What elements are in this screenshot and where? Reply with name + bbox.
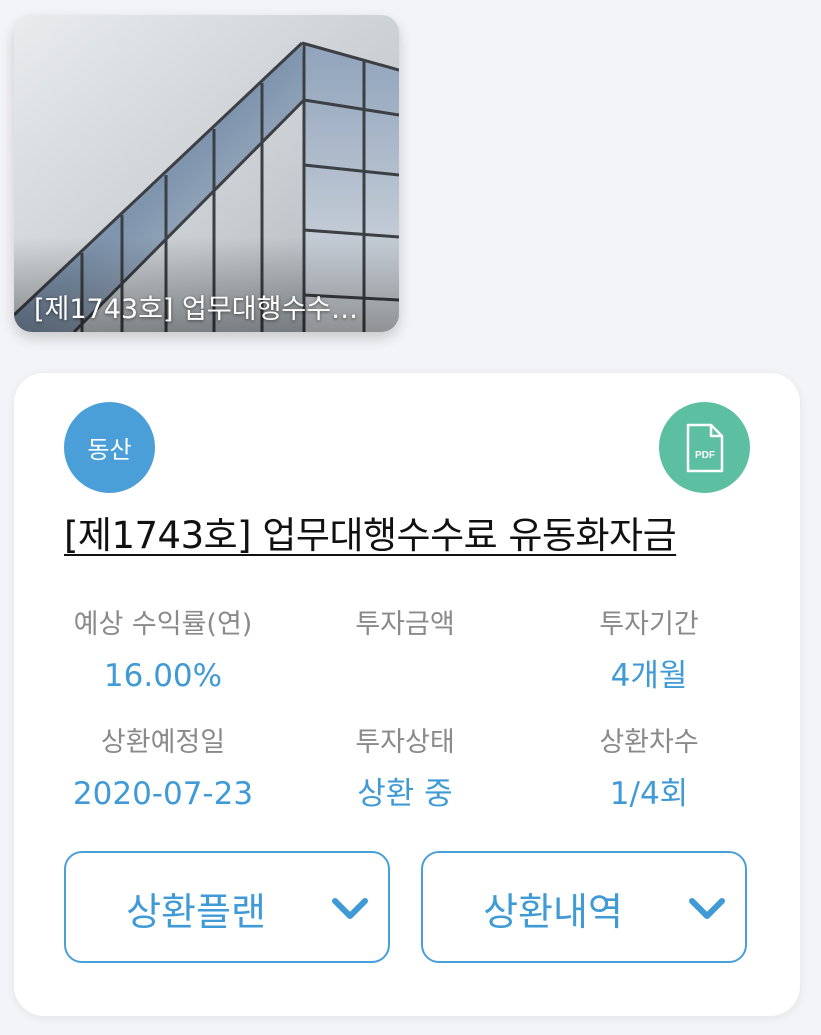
stat-investment-status: 투자상태 상환 중 (312, 723, 498, 841)
stat-value: 4개월 (610, 658, 688, 694)
pdf-download-button[interactable]: PDF (659, 402, 750, 493)
stat-repayment-date: 상환예정일 2020-07-23 (14, 723, 312, 841)
stat-investment-amount: 투자금액 (312, 605, 498, 723)
stats-grid: 예상 수익률(연) 16.00% 투자금액 투자기간 4개월 상환예정일 202… (14, 605, 800, 841)
stats-row: 예상 수익률(연) 16.00% 투자금액 투자기간 4개월 (14, 605, 800, 723)
repayment-history-label: 상환내역 (483, 890, 623, 934)
thumbnail-caption: [제1743호] 업무대행수수… (34, 294, 359, 325)
building-image (14, 15, 399, 332)
stat-investment-period: 투자기간 4개월 (498, 605, 800, 723)
product-card: 동산 PDF [제1743호] 업무대행수수료 유동화자금 예상 수익률(연) … (14, 373, 800, 1016)
stat-repayment-round: 상환차수 1/4회 (498, 723, 800, 841)
repayment-plan-button[interactable]: 상환플랜 (64, 851, 390, 963)
stat-label: 상환예정일 (100, 727, 226, 758)
product-title[interactable]: [제1743호] 업무대행수수료 유동화자금 (64, 505, 677, 559)
stat-label: 투자기간 (599, 609, 699, 640)
stat-value (312, 655, 498, 697)
stat-value: 16.00% (103, 658, 223, 694)
stat-value: 상환 중 (357, 776, 453, 812)
stat-expected-return: 예상 수익률(연) 16.00% (14, 605, 312, 723)
stat-label: 투자상태 (355, 727, 455, 758)
pdf-file-icon: PDF (686, 423, 723, 472)
stats-row: 상환예정일 2020-07-23 투자상태 상환 중 상환차수 1/4회 (14, 723, 800, 841)
repayment-plan-label: 상환플랜 (126, 890, 266, 934)
page: [제1743호] 업무대행수수… 동산 PDF [제1743호] 업무대행수수료… (0, 0, 821, 1035)
chevron-down-icon (332, 898, 368, 919)
chevron-down-icon (689, 898, 725, 919)
stat-label: 투자금액 (355, 609, 455, 640)
stat-value: 1/4회 (609, 776, 689, 812)
stat-value: 2020-07-23 (72, 776, 254, 812)
pdf-label: PDF (695, 450, 715, 461)
category-badge: 동산 (64, 402, 155, 493)
repayment-history-button[interactable]: 상환내역 (421, 851, 747, 963)
stat-label: 예상 수익률(연) (73, 609, 253, 640)
product-thumbnail[interactable]: [제1743호] 업무대행수수… (14, 15, 399, 332)
stat-label: 상환차수 (599, 727, 699, 758)
